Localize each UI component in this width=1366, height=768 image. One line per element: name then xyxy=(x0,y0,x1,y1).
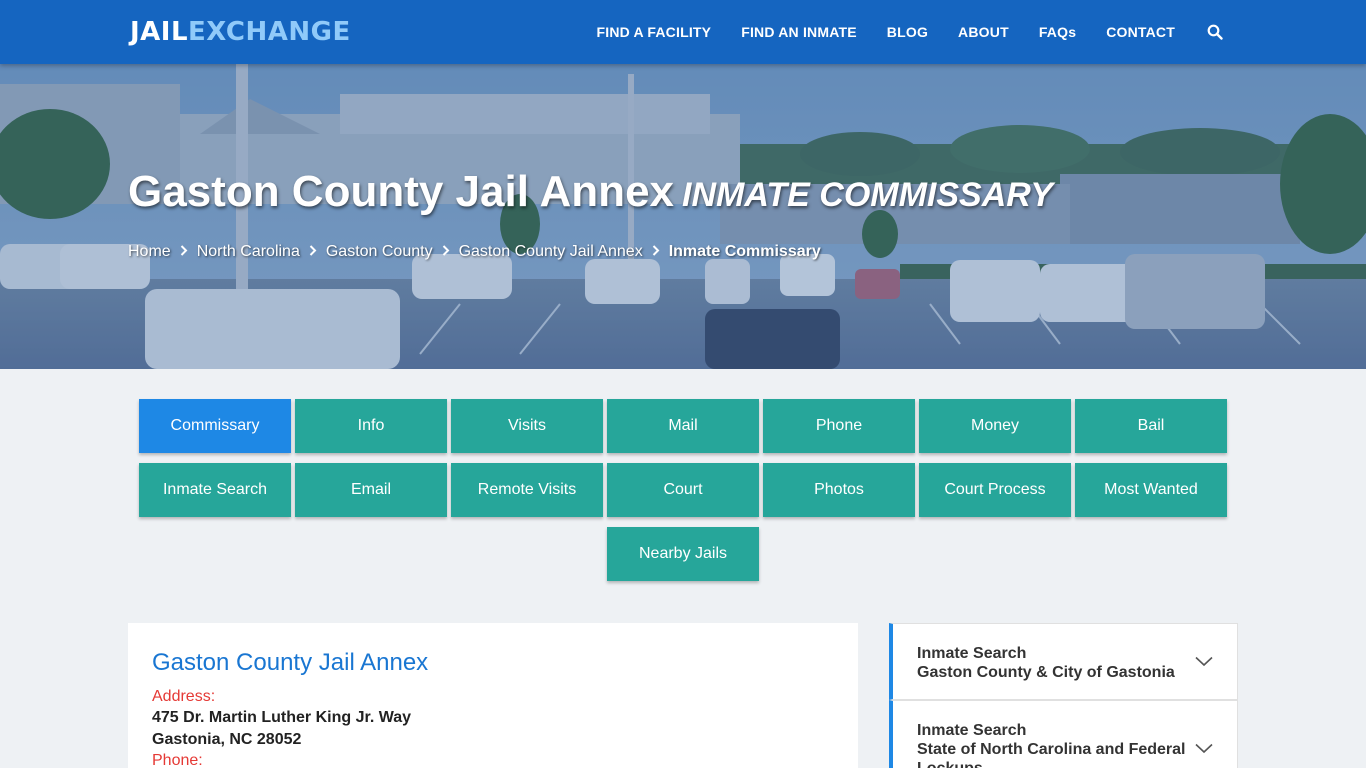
nav-faqs[interactable]: FAQs xyxy=(1039,24,1076,40)
tab-photos[interactable]: Photos xyxy=(763,463,915,517)
facility-info-card: Gaston County Jail Annex Address: 475 Dr… xyxy=(128,623,858,768)
nav-find-inmate[interactable]: FIND AN INMATE xyxy=(741,24,857,40)
tab-visits[interactable]: Visits xyxy=(451,399,603,453)
accordion-subtitle: State of North Carolina and Federal xyxy=(917,741,1186,758)
accordion-inmate-search-county[interactable]: Inmate Search Gaston County & City of Ga… xyxy=(889,623,1238,700)
tab-mail[interactable]: Mail xyxy=(607,399,759,453)
breadcrumb-state[interactable]: North Carolina xyxy=(197,243,300,261)
tab-money[interactable]: Money xyxy=(919,399,1071,453)
page-title-facility: Gaston County Jail Annex xyxy=(128,167,675,216)
accordion-subtitle-cont: Lockups xyxy=(917,759,1187,768)
breadcrumb-county[interactable]: Gaston County xyxy=(326,243,433,261)
nav-about[interactable]: ABOUT xyxy=(958,24,1009,40)
nav-blog[interactable]: BLOG xyxy=(887,24,928,40)
page-title-section: Inmate Commissary xyxy=(682,176,1053,214)
logo-text-jail: JAIL xyxy=(130,17,189,47)
tab-phone[interactable]: Phone xyxy=(763,399,915,453)
search-icon[interactable] xyxy=(1207,24,1223,40)
tab-bail[interactable]: Bail xyxy=(1075,399,1227,453)
address-line-1: 475 Dr. Martin Luther King Jr. Way xyxy=(152,709,412,726)
accordion-title: Inmate Search xyxy=(917,645,1027,662)
breadcrumb-facility[interactable]: Gaston County Jail Annex xyxy=(459,243,643,261)
chevron-right-icon xyxy=(180,245,188,259)
site-logo[interactable]: JAILEXCHANGE xyxy=(130,16,351,48)
facility-name: Gaston County Jail Annex xyxy=(152,649,429,676)
nav-find-facility[interactable]: FIND A FACILITY xyxy=(596,24,711,40)
breadcrumb-current: Inmate Commissary xyxy=(668,243,821,260)
tab-info[interactable]: Info xyxy=(295,399,447,453)
address-line-2: Gastonia, NC 28052 xyxy=(152,731,302,748)
tab-most-wanted[interactable]: Most Wanted xyxy=(1075,463,1227,517)
chevron-right-icon xyxy=(309,245,317,259)
tab-nearby-jails[interactable]: Nearby Jails xyxy=(607,527,759,581)
tab-court-process[interactable]: Court Process xyxy=(919,463,1071,517)
breadcrumb: Home North Carolina Gaston County Gaston… xyxy=(128,243,821,261)
accordion-title: Inmate Search xyxy=(917,722,1027,739)
chevron-down-icon[interactable] xyxy=(1195,654,1213,672)
chevron-right-icon xyxy=(442,245,450,259)
address-label: Address: xyxy=(152,688,216,705)
accordion-label: Inmate Search State of North Carolina an… xyxy=(917,721,1187,768)
chevron-right-icon xyxy=(652,245,660,259)
nav-contact[interactable]: CONTACT xyxy=(1106,24,1175,40)
accordion-subtitle: Gaston County & City of Gastonia xyxy=(917,664,1175,681)
chevron-down-icon[interactable] xyxy=(1195,741,1213,759)
tab-inmate-search[interactable]: Inmate Search xyxy=(139,463,291,517)
accordion-inmate-search-state[interactable]: Inmate Search State of North Carolina an… xyxy=(889,700,1238,768)
main-nav: FIND A FACILITY FIND AN INMATE BLOG ABOU… xyxy=(596,0,1223,64)
sidebar: Inmate Search Gaston County & City of Ga… xyxy=(889,623,1238,768)
top-navbar: JAILEXCHANGE FIND A FACILITY FIND AN INM… xyxy=(0,0,1366,64)
tab-commissary[interactable]: Commissary xyxy=(139,399,291,453)
tab-court[interactable]: Court xyxy=(607,463,759,517)
hero-banner: Gaston County Jail Annex Inmate Commissar… xyxy=(0,64,1366,369)
tab-remote-visits[interactable]: Remote Visits xyxy=(451,463,603,517)
breadcrumb-home[interactable]: Home xyxy=(128,243,171,261)
page-title: Gaston County Jail Annex Inmate Commissar… xyxy=(128,167,1053,217)
tab-email[interactable]: Email xyxy=(295,463,447,517)
logo-text-exchange: EXCHANGE xyxy=(188,17,351,47)
accordion-label: Inmate Search Gaston County & City of Ga… xyxy=(917,644,1187,682)
phone-label: Phone: xyxy=(152,752,203,768)
